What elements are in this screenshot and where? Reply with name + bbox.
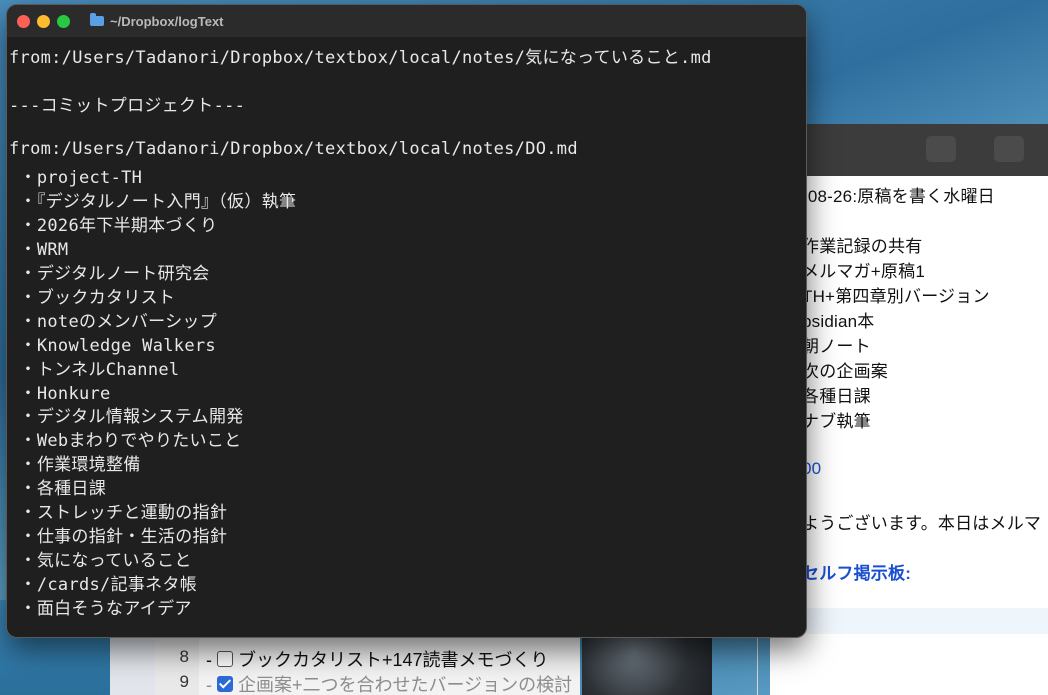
note-line: TH+第四章別バージョン bbox=[802, 287, 990, 306]
terminal-list-item: ・作業環境整備 bbox=[9, 455, 141, 476]
terminal-list-item: ・WRM bbox=[9, 239, 69, 260]
terminal-window[interactable]: ~/Dropbox/logText from:/Users/Tadanori/D… bbox=[6, 4, 807, 638]
terminal-list-item: ・noteのメンバーシップ bbox=[9, 311, 218, 332]
task-text: ブックカタリスト+147読書メモづくり bbox=[238, 650, 549, 670]
note-line: 各種日課 bbox=[802, 387, 871, 406]
toolbar-button[interactable] bbox=[926, 136, 956, 162]
note-line: 作業記録の共有 bbox=[802, 237, 923, 256]
task-checkbox[interactable] bbox=[217, 651, 233, 667]
zoom-button[interactable] bbox=[57, 15, 70, 28]
note-line: セルフ掲示板: bbox=[802, 564, 912, 583]
task-bullet: - bbox=[206, 675, 217, 695]
terminal-list-item: ・仕事の指針・生活の指針 bbox=[9, 527, 228, 548]
terminal-list-item: ・2026年下半期本づくり bbox=[9, 215, 218, 236]
folder-icon bbox=[90, 13, 104, 26]
terminal-path-line: from:/Users/Tadanori/Dropbox/textbox/loc… bbox=[9, 48, 712, 68]
toolbar-button[interactable] bbox=[994, 136, 1024, 162]
line-number: 9 bbox=[179, 672, 189, 691]
note-line: 次の企画案 bbox=[802, 362, 888, 381]
note-line: ナブ執筆 bbox=[802, 412, 871, 431]
terminal-path-line: from:/Users/Tadanori/Dropbox/textbox/loc… bbox=[9, 139, 578, 159]
task-line[interactable]: - ブックカタリスト+147読書メモづくり bbox=[206, 646, 549, 672]
terminal-list-item: ・/cards/記事ネタ帳 bbox=[9, 575, 198, 596]
task-checkbox[interactable] bbox=[217, 676, 233, 692]
task-bullet: - bbox=[206, 650, 217, 670]
task-text: 企画案+二つを合わせたバージョンの検討 bbox=[238, 675, 573, 695]
terminal-list-item: ・Knowledge Walkers bbox=[9, 335, 216, 356]
line-number: 8 bbox=[179, 647, 189, 666]
note-line: メルマガ+原稿1 bbox=[802, 262, 925, 281]
terminal-list-item: ・デジタルノート研究会 bbox=[9, 263, 210, 284]
terminal-list-item: ・気になっていること bbox=[9, 551, 192, 572]
task-line[interactable]: - 企画案+二つを合わせたバージョンの検討 bbox=[206, 671, 572, 695]
minimize-button[interactable] bbox=[37, 15, 50, 28]
close-button[interactable] bbox=[17, 15, 30, 28]
terminal-list-item: ・面白そうなアイデア bbox=[9, 599, 192, 620]
background-note-window[interactable]: -08-26:原稿を書く水曜日 作業記録の共有 メルマガ+原稿1 TH+第四章別バージ… bbox=[770, 124, 1048, 695]
terminal-titlebar[interactable]: ~/Dropbox/logText bbox=[7, 5, 806, 37]
terminal-list-item: ・ストレッチと運動の指針 bbox=[9, 503, 228, 524]
terminal-list-item: ・Webまわりでやりたいこと bbox=[9, 431, 242, 452]
terminal-list-item: ・トンネルChannel bbox=[9, 359, 180, 380]
highlight-band bbox=[802, 608, 1048, 634]
note-line: 朝ノート bbox=[802, 337, 871, 356]
background-window-toolbar bbox=[770, 124, 1048, 176]
terminal-list-item: ・Honkure bbox=[9, 383, 111, 404]
terminal-list-item: ・project-TH bbox=[9, 167, 143, 188]
window-title: ~/Dropbox/logText bbox=[110, 14, 224, 29]
note-line: bsidian本 bbox=[802, 312, 875, 331]
terminal-list-item: ・ブックカタリスト bbox=[9, 287, 176, 308]
terminal-list-item: ・各種日課 bbox=[9, 479, 107, 500]
terminal-list-item: ・デジタル情報システム開発 bbox=[9, 407, 244, 428]
note-line: -08-26:原稿を書く水曜日 bbox=[802, 187, 995, 206]
terminal-list-item: ・『デジタルノート入門』（仮）執筆 bbox=[9, 191, 297, 212]
terminal-section-header: ---コミットプロジェクト--- bbox=[9, 96, 246, 116]
note-line: ようございます。本日はメルマ bbox=[802, 514, 1042, 533]
